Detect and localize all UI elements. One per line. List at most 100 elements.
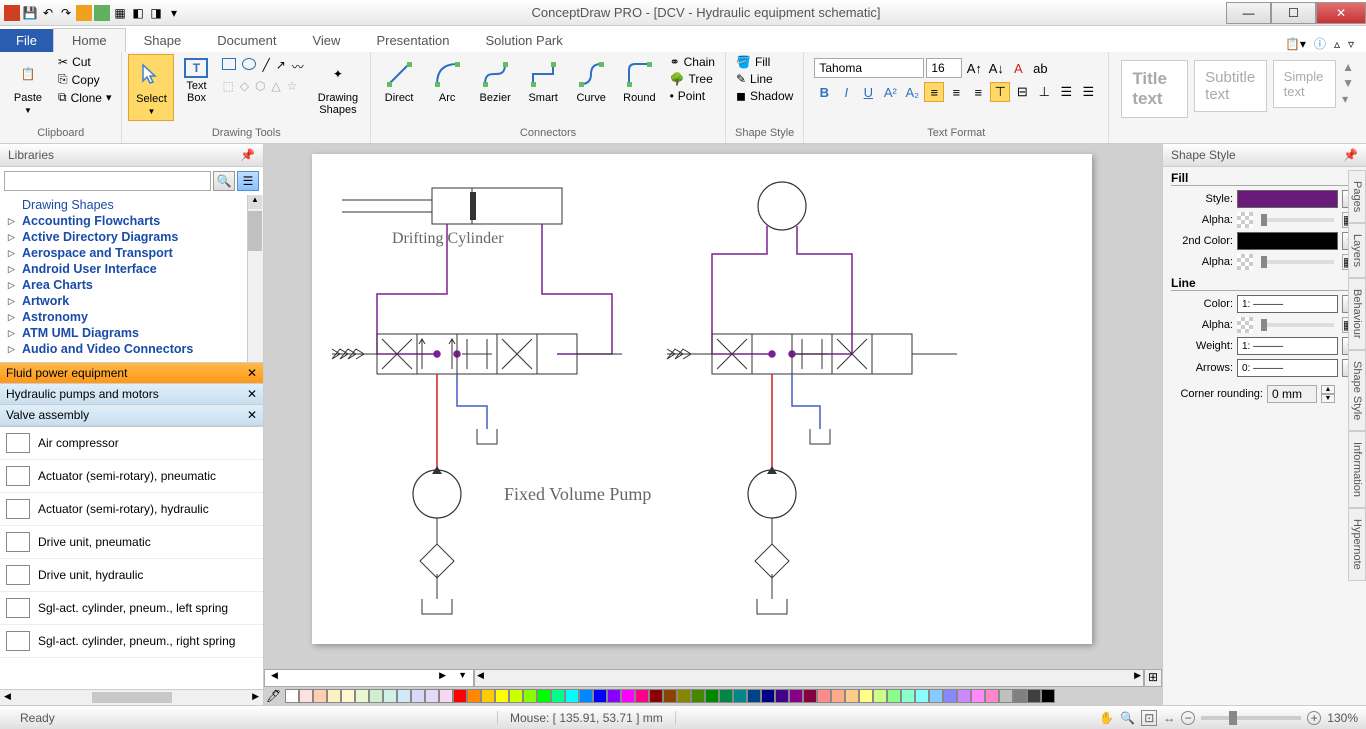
tree-item[interactable]: Android User Interface [8,261,255,277]
tool-icon[interactable]: ◇ [240,79,249,93]
color-swatch[interactable] [495,689,509,703]
color-swatch[interactable] [341,689,355,703]
select-button[interactable]: Select ▼ [128,54,174,121]
align-center-button[interactable]: ≡ [946,82,966,102]
color-swatch[interactable] [299,689,313,703]
color-swatch[interactable] [509,689,523,703]
zoom-slider[interactable] [1201,716,1301,720]
color-swatch[interactable] [663,689,677,703]
line-weight-selector[interactable]: 1: ——— [1237,337,1338,355]
bullets-button[interactable]: ☰ [1056,82,1076,102]
chain-button[interactable]: ⚭Chain [666,54,719,70]
help-icon[interactable]: ⓘ [1314,35,1326,52]
minimize-ribbon-icon[interactable]: ▵ [1334,37,1340,51]
font-select[interactable] [814,58,924,78]
fit-width-icon[interactable]: ↔ [1163,711,1175,725]
tree-button[interactable]: 🌳Tree [666,71,719,87]
color-swatch[interactable] [733,689,747,703]
color-swatch[interactable] [313,689,327,703]
tree-item[interactable]: Audio and Video Connectors [8,341,255,357]
expand-ribbon-icon[interactable]: ▿ [1348,37,1354,51]
color-swatch[interactable] [915,689,929,703]
tab-document[interactable]: Document [199,29,294,52]
color-swatch[interactable] [761,689,775,703]
side-tab[interactable]: Shape Style [1348,350,1366,431]
color-swatch[interactable] [747,689,761,703]
color-swatch[interactable] [411,689,425,703]
color-swatch[interactable] [369,689,383,703]
tree-scrollbar[interactable]: ▲ [247,195,263,362]
corner-rounding-input[interactable] [1267,385,1317,403]
pin-icon[interactable]: 📌 [1343,148,1358,162]
cylinder-label[interactable]: Drifting Cylinder [392,230,504,248]
canvas-viewport[interactable]: Drifting Cylinder Fixed Volume Pump [264,144,1162,669]
pump-shape[interactable] [413,470,461,518]
color-swatch[interactable] [929,689,943,703]
qat-app-icon[interactable] [4,5,20,21]
tree-item[interactable]: ATM UML Diagrams [8,325,255,341]
qat-icon[interactable]: ◧ [130,5,146,21]
alpha2-slider[interactable] [1261,260,1334,264]
qat-icon[interactable] [94,5,110,21]
page-tabs[interactable]: ◀▶▼ [264,669,474,687]
color-swatch[interactable] [425,689,439,703]
color-swatch[interactable] [355,689,369,703]
curve-button[interactable]: Curve [569,54,613,108]
tool-rect-icon[interactable] [222,58,236,70]
color-swatch[interactable] [467,689,481,703]
library-search-input[interactable] [4,171,211,191]
color-swatch[interactable] [719,689,733,703]
shape-item[interactable]: Actuator (semi-rotary), hydraulic [0,493,263,526]
color-swatch[interactable] [901,689,915,703]
color-swatch[interactable] [677,689,691,703]
qat-undo-icon[interactable]: ↶ [40,5,56,21]
highlight-icon[interactable]: ab [1030,58,1050,78]
font-color-icon[interactable]: A [1008,58,1028,78]
left-hscroll[interactable]: ◀▶ [0,689,263,705]
qat-icon[interactable]: ▦ [112,5,128,21]
tree-item[interactable]: Artwork [8,293,255,309]
side-tab[interactable]: Layers [1348,223,1366,278]
clone-button[interactable]: ⧉Clone ▾ [54,89,115,106]
subtitle-text-preset[interactable]: Subtitle text [1194,60,1267,112]
copy-button[interactable]: ⎘Copy [54,71,115,88]
color-swatch[interactable] [691,689,705,703]
tool-curve-icon[interactable]: 〰 [292,58,304,75]
superscript-button[interactable]: A² [880,82,900,102]
pump-shape-right[interactable] [748,470,796,518]
fit-page-icon[interactable]: ⊡ [1141,710,1157,726]
ribbon-options-icon[interactable]: 📋▾ [1285,37,1306,51]
valve-block-left[interactable] [332,334,622,374]
align-left-button[interactable]: ≡ [924,82,944,102]
tab-solution[interactable]: Solution Park [467,29,580,52]
color-swatch[interactable] [621,689,635,703]
alpha-slider[interactable] [1261,218,1334,222]
simple-text-preset[interactable]: Simple text [1273,60,1336,108]
tab-home[interactable]: Home [53,28,126,52]
filter-shape[interactable] [420,544,454,578]
cut-button[interactable]: ✂Cut [54,54,115,70]
align-right-button[interactable]: ≡ [968,82,988,102]
color-swatch[interactable] [817,689,831,703]
color-swatch[interactable] [1013,689,1027,703]
numbering-button[interactable]: ☰ [1078,82,1098,102]
tab-shape[interactable]: Shape [126,29,200,52]
close-button[interactable]: ✕ [1316,2,1366,24]
scroll-corner[interactable]: ⊞ [1144,669,1162,687]
point-button[interactable]: •Point [666,88,719,104]
color-swatch[interactable] [607,689,621,703]
color-swatch[interactable] [803,689,817,703]
line-button[interactable]: ✎Line [732,71,797,87]
color-swatch[interactable] [383,689,397,703]
tank-symbol[interactable] [477,429,497,444]
color-swatch[interactable] [285,689,299,703]
font-decrease-icon[interactable]: A↓ [986,58,1006,78]
library-tree[interactable]: Drawing ShapesAccounting FlowchartsActiv… [0,195,263,363]
tree-item[interactable]: Aerospace and Transport [8,245,255,261]
color-swatch[interactable] [957,689,971,703]
shadow-button[interactable]: ◼Shadow [732,88,797,104]
tool-icon[interactable]: ⬡ [255,79,265,93]
underline-button[interactable]: U [858,82,878,102]
spinner-up-icon[interactable]: ▲ [1321,385,1335,394]
line-alpha-slider[interactable] [1261,323,1334,327]
